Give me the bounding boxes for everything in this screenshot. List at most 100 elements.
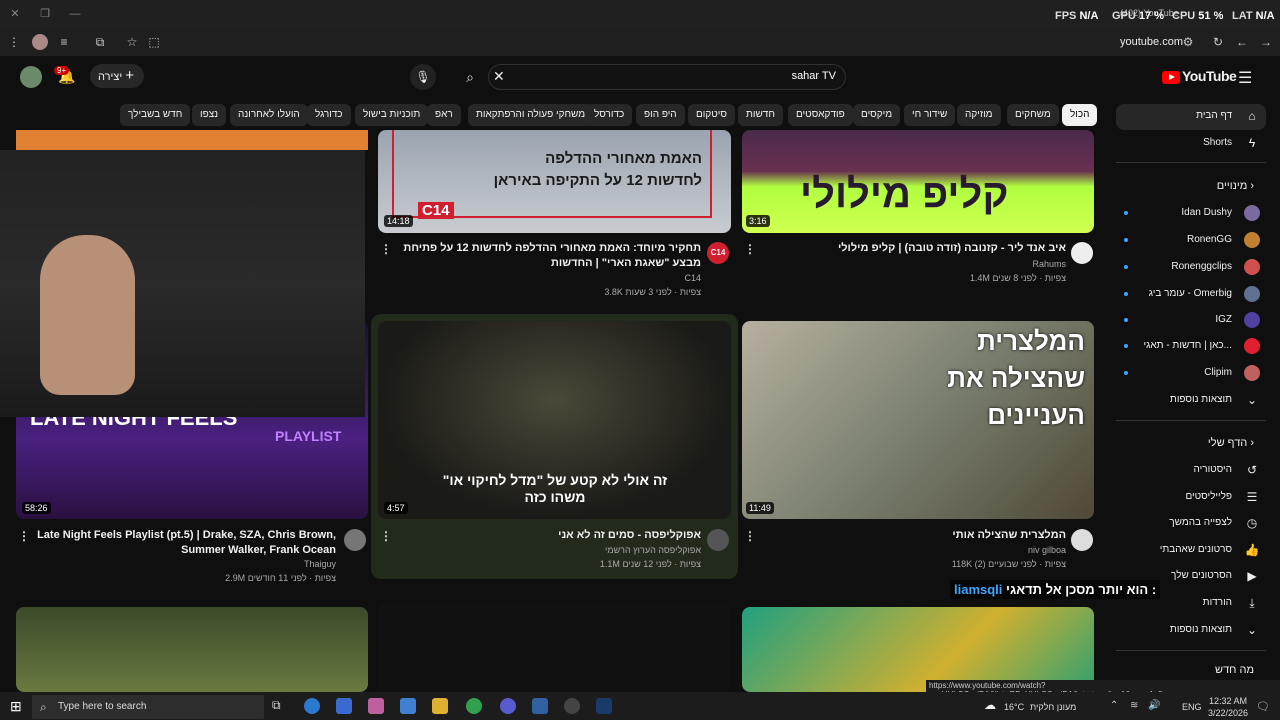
chip-podcasts[interactable]: פודקאסטים bbox=[788, 104, 853, 126]
chip-sitcom[interactable]: סיטקום bbox=[688, 104, 735, 126]
copilot-icon[interactable] bbox=[368, 698, 384, 714]
site-settings-icon[interactable]: ⚙ bbox=[1180, 34, 1196, 50]
sidebar-more-you[interactable]: תוצאות נוספות ⌄ bbox=[1116, 618, 1266, 642]
channel-name[interactable]: C14 bbox=[395, 272, 701, 285]
thumbs-up-icon: 👍 bbox=[1244, 543, 1260, 557]
sidebar-sub-ronenggclips[interactable]: Ronenggclips bbox=[1116, 255, 1266, 279]
chip-games[interactable]: משחקים bbox=[1007, 104, 1059, 126]
chip-soccer[interactable]: כדורגל bbox=[307, 104, 351, 126]
channel-name[interactable]: niv gilboa bbox=[760, 544, 1066, 557]
create-button[interactable]: יצירה + bbox=[90, 64, 144, 88]
chrome-icon[interactable] bbox=[466, 698, 482, 714]
more-options-icon[interactable]: ⋮ bbox=[380, 242, 392, 256]
more-options-icon[interactable]: ⋮ bbox=[380, 529, 392, 543]
sidebar-sub-ronengg[interactable]: RonenGG bbox=[1116, 228, 1266, 252]
sidebar-more-subs[interactable]: תוצאות נוספות ⌄ bbox=[1116, 388, 1266, 412]
channel-avatar[interactable]: C14 bbox=[707, 242, 729, 264]
forward-icon[interactable]: → bbox=[1258, 34, 1274, 50]
video-title[interactable]: אפוקליפסה - סמים זה לא אני bbox=[395, 528, 701, 543]
sub-label: RonenGG bbox=[1186, 234, 1232, 245]
bookmark-star-icon[interactable]: ☆ bbox=[124, 34, 140, 50]
store-icon[interactable] bbox=[336, 698, 352, 714]
chip-live[interactable]: שידור חי bbox=[904, 104, 956, 126]
sidebar-item-liked[interactable]: סרטונים שאהבתי 👍 bbox=[1116, 538, 1266, 562]
obs-icon[interactable] bbox=[564, 698, 580, 714]
more-options-icon[interactable]: ⋮ bbox=[18, 529, 30, 543]
discord-icon[interactable] bbox=[500, 698, 516, 714]
chip-music[interactable]: מוזיקה bbox=[957, 104, 1001, 126]
sidebar-sub-clipim[interactable]: Clipim bbox=[1116, 361, 1266, 385]
channel-avatar[interactable] bbox=[344, 529, 366, 551]
search-icon[interactable]: ⌕ bbox=[455, 64, 485, 90]
video-title[interactable]: איב אנד ליר - קזנובה (זודה טובה) | קליפ … bbox=[760, 241, 1066, 256]
minimize-window-icon[interactable]: — bbox=[64, 4, 86, 24]
steam-icon[interactable] bbox=[596, 698, 612, 714]
screenshot-icon[interactable]: ⬚ bbox=[146, 34, 162, 50]
office-icon[interactable] bbox=[400, 698, 416, 714]
more-options-icon[interactable]: ⋮ bbox=[744, 242, 756, 256]
app-icon[interactable] bbox=[532, 698, 548, 714]
close-window-icon[interactable]: ✕ bbox=[4, 4, 26, 24]
subscriptions-header[interactable]: מינויים › bbox=[1116, 174, 1266, 198]
notifications-icon[interactable]: 🗨 bbox=[1256, 700, 1270, 713]
chip-hiphop[interactable]: היפ הופ bbox=[636, 104, 685, 126]
chip-news[interactable]: חדשות bbox=[738, 104, 783, 126]
partial-thumbnail[interactable] bbox=[16, 130, 368, 150]
chip-recent[interactable]: הועלו לאחרונה bbox=[230, 104, 308, 126]
sidebar-item-playlists[interactable]: פלייליסטים ☰ bbox=[1116, 485, 1266, 509]
more-options-icon[interactable]: ⋮ bbox=[744, 529, 756, 543]
menu-dots-icon[interactable]: ⋮ bbox=[6, 34, 22, 50]
history-icon: ↺ bbox=[1246, 463, 1258, 477]
clock-time[interactable]: 12:32 AM bbox=[1206, 696, 1250, 706]
sidebar-item-shorts[interactable]: Shorts ϟ bbox=[1116, 131, 1266, 155]
language-indicator[interactable]: ENG bbox=[1182, 702, 1202, 712]
clear-search-icon[interactable]: ✕ bbox=[493, 68, 505, 85]
sidebar-sub-kan[interactable]: כאן | חדשות - תאגי... bbox=[1116, 334, 1266, 358]
hamburger-menu-icon[interactable]: ☰ bbox=[1238, 68, 1252, 88]
video-title[interactable]: Late Night Feels Playlist (pt.5) | Drake… bbox=[34, 528, 336, 558]
extensions-icon[interactable]: ⧉ bbox=[92, 34, 108, 50]
address-bar[interactable]: youtube.com bbox=[1120, 36, 1183, 48]
sidebar-sub-igz[interactable]: IGZ bbox=[1116, 308, 1266, 332]
chip-rap[interactable]: ראפ bbox=[427, 104, 461, 126]
windows-start-icon[interactable]: ⊞ bbox=[10, 698, 22, 715]
weather-temp[interactable]: 16°C bbox=[1004, 702, 1024, 712]
video-thumbnail-7[interactable] bbox=[378, 603, 731, 692]
you-header[interactable]: הדף שלי › bbox=[1116, 431, 1266, 455]
back-icon[interactable]: ← bbox=[1234, 34, 1250, 50]
chip-mixes[interactable]: מיקסים bbox=[853, 104, 901, 126]
chip-all[interactable]: הכול bbox=[1062, 104, 1098, 126]
chip-action-adventure[interactable]: משחקי פעולה והרפתקאות bbox=[468, 104, 594, 126]
video-title[interactable]: תחקיר מיוחד: האמת מאחורי ההדלפה לחדשות 1… bbox=[395, 241, 701, 271]
tray-chevron-icon[interactable]: ⌃ bbox=[1110, 700, 1118, 711]
file-explorer-icon[interactable] bbox=[432, 698, 448, 714]
task-view-icon[interactable]: ⧉ bbox=[272, 698, 288, 714]
channel-avatar[interactable] bbox=[707, 529, 729, 551]
youtube-logo[interactable]: YouTube bbox=[1162, 68, 1237, 84]
profile-icon[interactable] bbox=[32, 34, 48, 50]
chip-watched[interactable]: נצפו bbox=[192, 104, 227, 126]
video-title[interactable]: המלצרית שהצילה אותי bbox=[760, 528, 1066, 543]
wifi-icon[interactable]: ≋ bbox=[1130, 700, 1138, 711]
sidebar-item-history[interactable]: היסטוריה ↺ bbox=[1116, 458, 1266, 482]
channel-avatar[interactable] bbox=[1071, 529, 1093, 551]
channel-name[interactable]: אפוקליפסה הערוץ הרשמי bbox=[395, 544, 701, 557]
sidebar-sub-idan[interactable]: Idan Dushy bbox=[1116, 201, 1266, 225]
edge-icon[interactable] bbox=[304, 698, 320, 714]
channel-name[interactable]: Thaiguy bbox=[34, 558, 336, 571]
account-avatar[interactable] bbox=[20, 66, 42, 88]
channel-avatar[interactable] bbox=[1071, 242, 1093, 264]
sidebar-sub-omerbig[interactable]: עומר ביג - Omerbig bbox=[1116, 282, 1266, 306]
chip-cooking[interactable]: תוכניות בישול bbox=[355, 104, 429, 126]
channel-name[interactable]: Rahums bbox=[760, 258, 1066, 271]
volume-icon[interactable]: 🔊 bbox=[1148, 700, 1160, 711]
video-thumbnail-6[interactable] bbox=[16, 607, 368, 692]
clock-date[interactable]: 3/22/2026 bbox=[1204, 708, 1252, 718]
sidebar-item-home[interactable]: דף הבית ⌂ bbox=[1116, 104, 1266, 130]
reading-list-icon[interactable]: ≡ bbox=[56, 34, 72, 50]
chip-new-for-you[interactable]: חדש בשבילך bbox=[120, 104, 191, 126]
reload-icon[interactable]: ↻ bbox=[1210, 34, 1226, 50]
restore-window-icon[interactable]: ❐ bbox=[34, 4, 56, 24]
sidebar-item-watch-later[interactable]: לצפייה בהמשך ◷ bbox=[1116, 511, 1266, 535]
voice-search-icon[interactable]: 🎙 bbox=[410, 64, 436, 90]
